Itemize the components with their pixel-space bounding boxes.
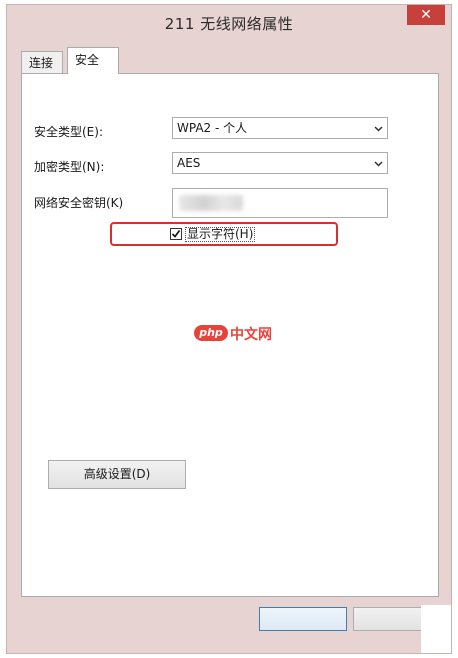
security-panel: 安全类型(E): WPA2 - 个人 加密类型(N): AES 网络安全密钥(K…: [21, 73, 439, 597]
window-title: 211 无线网络属性: [164, 15, 294, 33]
encryption-type-select[interactable]: AES: [172, 152, 388, 174]
ok-button[interactable]: [259, 607, 347, 631]
advanced-settings-button[interactable]: 高级设置(D): [48, 460, 186, 489]
tab-connection[interactable]: 连接: [21, 51, 63, 73]
network-key-input[interactable]: [172, 188, 388, 218]
title-bar[interactable]: 211 无线网络属性 ✕: [7, 5, 451, 41]
security-type-value: WPA2 - 个人: [177, 121, 248, 135]
cropped-corner: [421, 605, 451, 653]
security-type-select[interactable]: WPA2 - 个人: [172, 117, 388, 139]
watermark-logo: php 中文网: [194, 324, 284, 344]
security-type-label: 安全类型(E):: [34, 125, 103, 139]
encryption-type-label: 加密类型(N):: [34, 160, 105, 174]
network-key-label: 网络安全密钥(K): [34, 196, 124, 210]
chevron-down-icon: [374, 126, 383, 132]
encryption-type-value: AES: [177, 156, 201, 170]
show-characters-label[interactable]: 显示字符(H): [185, 227, 256, 242]
watermark-text: 中文网: [230, 327, 272, 343]
checkmark-icon: [171, 230, 181, 238]
obscured-key-text: [179, 195, 243, 211]
tab-security[interactable]: 安全: [67, 47, 119, 74]
watermark-badge: php: [194, 325, 228, 341]
close-button[interactable]: ✕: [407, 5, 445, 25]
close-icon: ✕: [420, 7, 432, 23]
dialog-window: 211 无线网络属性 ✕ 连接 安全 安全类型(E): WPA2 - 个人 加密…: [6, 4, 452, 654]
show-characters-checkbox[interactable]: [170, 228, 182, 240]
chevron-down-icon: [374, 161, 383, 167]
